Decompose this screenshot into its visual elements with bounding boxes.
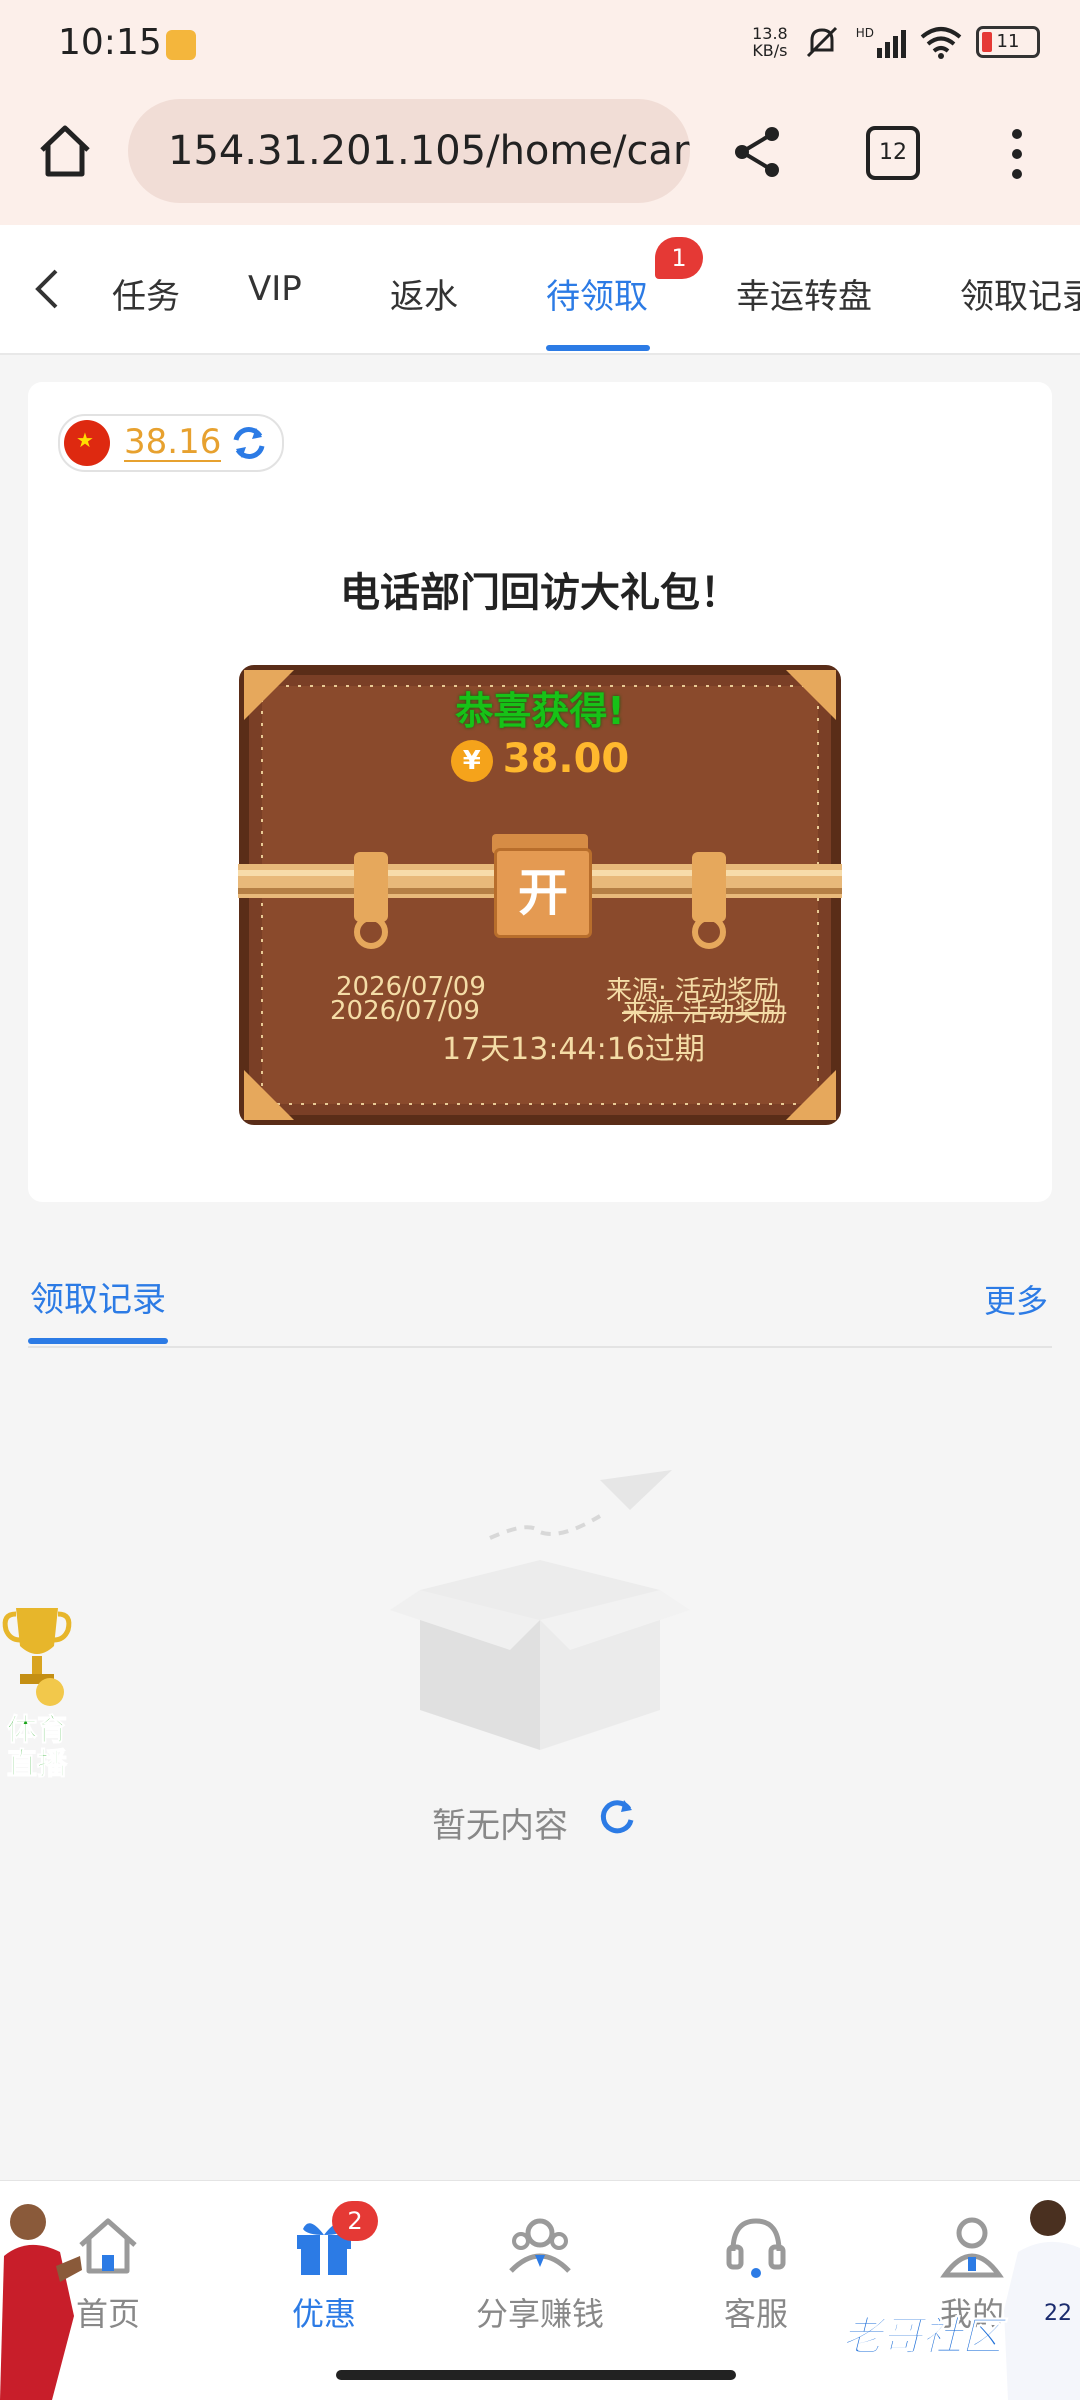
more-menu-icon[interactable] xyxy=(1010,126,1024,182)
home-nav-icon xyxy=(79,2218,137,2274)
refresh-icon[interactable] xyxy=(596,1796,638,1838)
share-icon[interactable] xyxy=(730,124,786,180)
status-time: 10:15 xyxy=(58,22,162,63)
net-speed: 13.8 KB/s xyxy=(752,24,788,60)
records-tab-indicator xyxy=(28,1338,168,1344)
nav-support-label: 客服 xyxy=(723,2295,788,2333)
home-indicator xyxy=(336,2370,736,2380)
signal-icon: HD xyxy=(856,26,906,58)
wifi-icon xyxy=(920,27,962,59)
player-right-graphic: 22 xyxy=(1004,2200,1080,2400)
bottom-nav: 首页 优惠 2 分享赚钱 客服 我的 xyxy=(0,2180,1080,2401)
congrats-text: 恭喜获得! xyxy=(455,689,625,733)
expiry-countdown: 17天13:44:16过期 xyxy=(442,1032,705,1067)
category-tab-bar: 任务 VIP 返水 待领取 1 幸运转盘 领取记录 xyxy=(0,225,1080,355)
treasure-chest[interactable]: 恭喜获得! ¥38.00 开 2026/07/09 2026/07/09 来源:… xyxy=(238,664,842,1126)
url-text: 154.31.201.105/home/can xyxy=(168,128,690,174)
tab-claim-records[interactable]: 领取记录 xyxy=(960,269,1080,318)
nav-support[interactable]: 客服 xyxy=(686,2211,826,2335)
nav-promotions[interactable]: 优惠 2 xyxy=(254,2201,394,2335)
trophy-icon xyxy=(2,1608,72,1706)
gift-card: ★ 38.16 电话部门回访大礼包！ 恭喜获得! ¥ 38.00 开 2026/… xyxy=(28,382,1052,1202)
battery-icon: 11 xyxy=(976,26,1040,58)
tab-edge-mask xyxy=(68,260,112,320)
mute-icon xyxy=(806,26,837,58)
tab-switcher-button[interactable]: 12 xyxy=(866,126,920,180)
reward-amount: ¥38.00 xyxy=(238,736,842,782)
promotions-badge: 2 xyxy=(332,2201,378,2241)
sports-live-float[interactable]: 体育 直播 xyxy=(0,1600,74,1790)
balance-value: 38.16 xyxy=(124,422,222,462)
records-tab[interactable]: 领取记录 xyxy=(30,1272,166,1321)
empty-state-text: 暂无内容 xyxy=(432,1806,568,1846)
player-left-graphic xyxy=(0,2204,82,2400)
svg-text:22: 22 xyxy=(1044,2301,1072,2326)
notification-icon xyxy=(166,30,196,60)
browser-toolbar: 154.31.201.105/home/can 12 xyxy=(0,90,1080,225)
pending-badge: 1 xyxy=(655,237,703,279)
address-bar[interactable]: 154.31.201.105/home/can xyxy=(128,99,690,203)
active-tab-indicator xyxy=(546,345,650,351)
profile-icon xyxy=(940,2217,1004,2278)
nav-share-earn-label: 分享赚钱 xyxy=(475,2295,604,2333)
open-chest-button[interactable]: 开 xyxy=(494,848,592,938)
nav-share-earn[interactable]: 分享赚钱 xyxy=(470,2211,610,2335)
tab-tasks[interactable]: 任务 xyxy=(112,269,180,318)
records-divider xyxy=(28,1346,1052,1348)
chevron-left-icon[interactable] xyxy=(28,267,68,311)
tab-vip[interactable]: VIP xyxy=(248,269,302,309)
gift-title: 电话部门回访大礼包！ xyxy=(340,570,740,616)
tab-rebate[interactable]: 返水 xyxy=(390,269,458,318)
balance-chip: ★ 38.16 xyxy=(58,414,284,472)
issue-date-secondary: 2026/07/09 xyxy=(330,996,480,1026)
sports-live-label: 体育 直播 xyxy=(7,1713,68,1782)
share-earn-icon xyxy=(509,2218,571,2273)
watermark-logo: 老哥社区 xyxy=(842,2314,1003,2361)
headset-icon xyxy=(726,2218,786,2278)
status-icons: 13.8 KB/s HD 11 xyxy=(752,22,1040,62)
more-link[interactable]: 更多 xyxy=(984,1276,1048,1322)
home-icon[interactable] xyxy=(34,120,96,182)
refresh-balance-icon[interactable] xyxy=(228,422,270,464)
china-flag-icon: ★ xyxy=(64,420,110,466)
status-bar: 10:15 13.8 KB/s HD 11 xyxy=(0,0,1080,90)
empty-box-illustration xyxy=(390,1470,690,1750)
nav-promotions-label: 优惠 xyxy=(291,2295,356,2333)
yen-coin-icon: ¥ xyxy=(450,740,493,782)
tab-lucky-wheel[interactable]: 幸运转盘 xyxy=(736,269,872,318)
tab-pending[interactable]: 待领取 xyxy=(546,269,648,318)
